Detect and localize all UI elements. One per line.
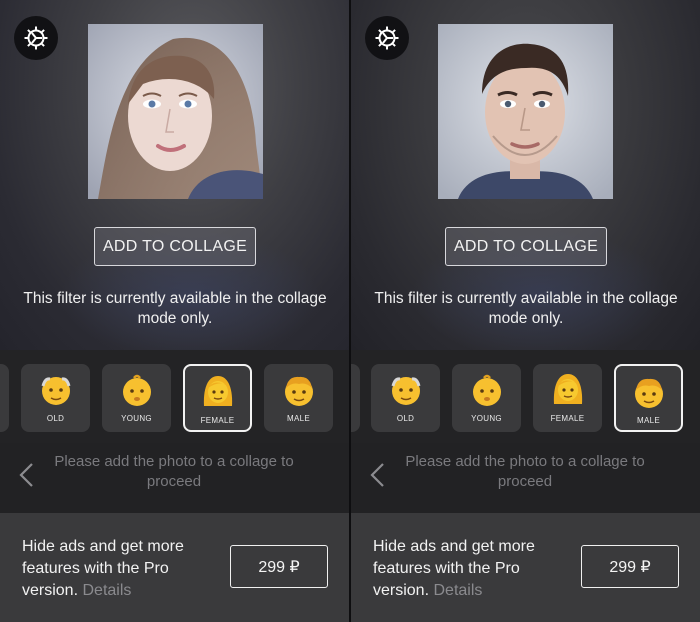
filter-young[interactable]: YOUNG bbox=[102, 364, 171, 432]
filter-label: FEMALE bbox=[200, 416, 235, 425]
filter-old[interactable]: OLD bbox=[21, 364, 90, 432]
filter-label: OLD bbox=[396, 414, 415, 423]
details-link[interactable]: Details bbox=[82, 582, 131, 599]
filter-availability-notice: This filter is currently available in th… bbox=[374, 290, 678, 327]
filter-label: MALE bbox=[637, 416, 660, 425]
filter-male[interactable]: MALE bbox=[264, 364, 333, 432]
woman-emoji-icon bbox=[553, 374, 582, 404]
filter-old[interactable]: OLD bbox=[371, 364, 440, 432]
filter-tile-hidden[interactable] bbox=[351, 364, 360, 432]
filter-male[interactable]: MALE bbox=[614, 364, 683, 432]
proceed-hint: Please add the photo to a collage to pro… bbox=[54, 453, 294, 490]
proceed-bar: Please add the photo to a collage to pro… bbox=[0, 443, 349, 513]
filter-selector: OLD YOUNG FEMALE MALE bbox=[0, 350, 349, 443]
filter-label: OLD bbox=[46, 414, 65, 423]
add-to-collage-button[interactable]: ADD TO COLLAGE bbox=[94, 227, 256, 266]
proceed-bar: Please add the photo to a collage to pro… bbox=[351, 443, 700, 513]
buy-pro-button[interactable]: 299 ₽ bbox=[230, 545, 328, 588]
filter-label: FEMALE bbox=[550, 414, 585, 423]
gear-icon bbox=[24, 26, 48, 50]
gear-icon bbox=[375, 26, 399, 50]
older-man-emoji-icon bbox=[41, 377, 70, 405]
filter-screen-left: ADD TO COLLAGE This filter is currently … bbox=[0, 0, 349, 622]
face-photo-male bbox=[438, 24, 613, 199]
filter-young[interactable]: YOUNG bbox=[452, 364, 521, 432]
filter-label: YOUNG bbox=[121, 414, 152, 423]
settings-button[interactable] bbox=[365, 16, 409, 60]
filter-screen-right: ADD TO COLLAGE This filter is currently … bbox=[351, 0, 700, 622]
baby-emoji-icon bbox=[122, 374, 151, 406]
pro-promo-banner: Hide ads and get more features with the … bbox=[351, 513, 700, 622]
filter-label: MALE bbox=[287, 414, 310, 423]
filter-selector: OLD YOUNG FEMALE MALE bbox=[351, 350, 700, 443]
face-photo-female bbox=[88, 24, 263, 199]
settings-button[interactable] bbox=[14, 16, 58, 60]
boy-emoji-icon bbox=[284, 376, 313, 406]
filter-female[interactable]: FEMALE bbox=[183, 364, 252, 432]
add-to-collage-button[interactable]: ADD TO COLLAGE bbox=[445, 227, 607, 266]
details-link[interactable]: Details bbox=[433, 582, 482, 599]
filter-label: YOUNG bbox=[471, 414, 502, 423]
filter-availability-notice: This filter is currently available in th… bbox=[23, 290, 327, 327]
proceed-hint: Please add the photo to a collage to pro… bbox=[405, 453, 645, 490]
boy-emoji-icon bbox=[634, 378, 663, 408]
promo-text: Hide ads and get more features with the … bbox=[22, 536, 222, 602]
promo-text: Hide ads and get more features with the … bbox=[373, 536, 573, 602]
baby-emoji-icon bbox=[472, 374, 501, 406]
pro-promo-banner: Hide ads and get more features with the … bbox=[0, 513, 349, 622]
woman-emoji-icon bbox=[203, 376, 232, 406]
filter-female[interactable]: FEMALE bbox=[533, 364, 602, 432]
filter-tile-hidden[interactable] bbox=[0, 364, 9, 432]
buy-pro-button[interactable]: 299 ₽ bbox=[581, 545, 679, 588]
older-man-emoji-icon bbox=[391, 377, 420, 405]
